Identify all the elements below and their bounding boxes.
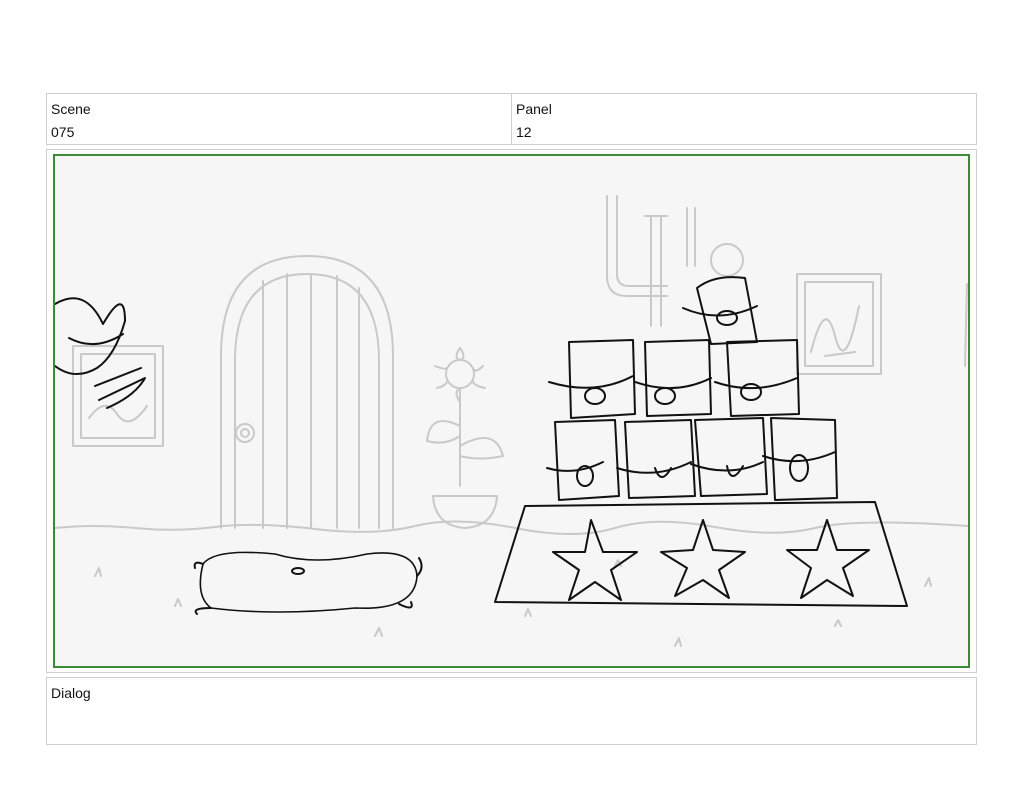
foreground-sketch xyxy=(55,276,908,615)
left-picture-frame xyxy=(72,345,164,447)
sunflower-head xyxy=(445,359,475,389)
door-inner xyxy=(234,273,380,529)
ground-blob xyxy=(199,551,418,613)
dialog-label: Dialog xyxy=(51,685,91,701)
panel-label: Panel xyxy=(516,101,552,117)
scene-cell: Scene 075 xyxy=(47,94,511,144)
left-character xyxy=(55,297,126,375)
background-sketch xyxy=(55,195,968,647)
door-outer xyxy=(220,255,394,529)
rug-star-2 xyxy=(660,519,746,599)
panel-cell: Panel 12 xyxy=(511,94,976,144)
panel-number: 12 xyxy=(516,124,532,140)
scene-label: Scene xyxy=(51,101,91,117)
panel-artwork xyxy=(53,154,970,668)
rug-star-1 xyxy=(552,519,638,601)
scene-number: 075 xyxy=(51,124,75,140)
right-picture-frame xyxy=(796,273,882,375)
door-knob xyxy=(235,423,255,443)
storyboard-header: Scene 075 Panel 12 xyxy=(46,93,977,145)
panel-frame xyxy=(46,149,977,673)
character-pyramid xyxy=(546,276,838,501)
storyboard-sketch xyxy=(55,195,968,647)
dialog-box: Dialog xyxy=(46,677,977,745)
